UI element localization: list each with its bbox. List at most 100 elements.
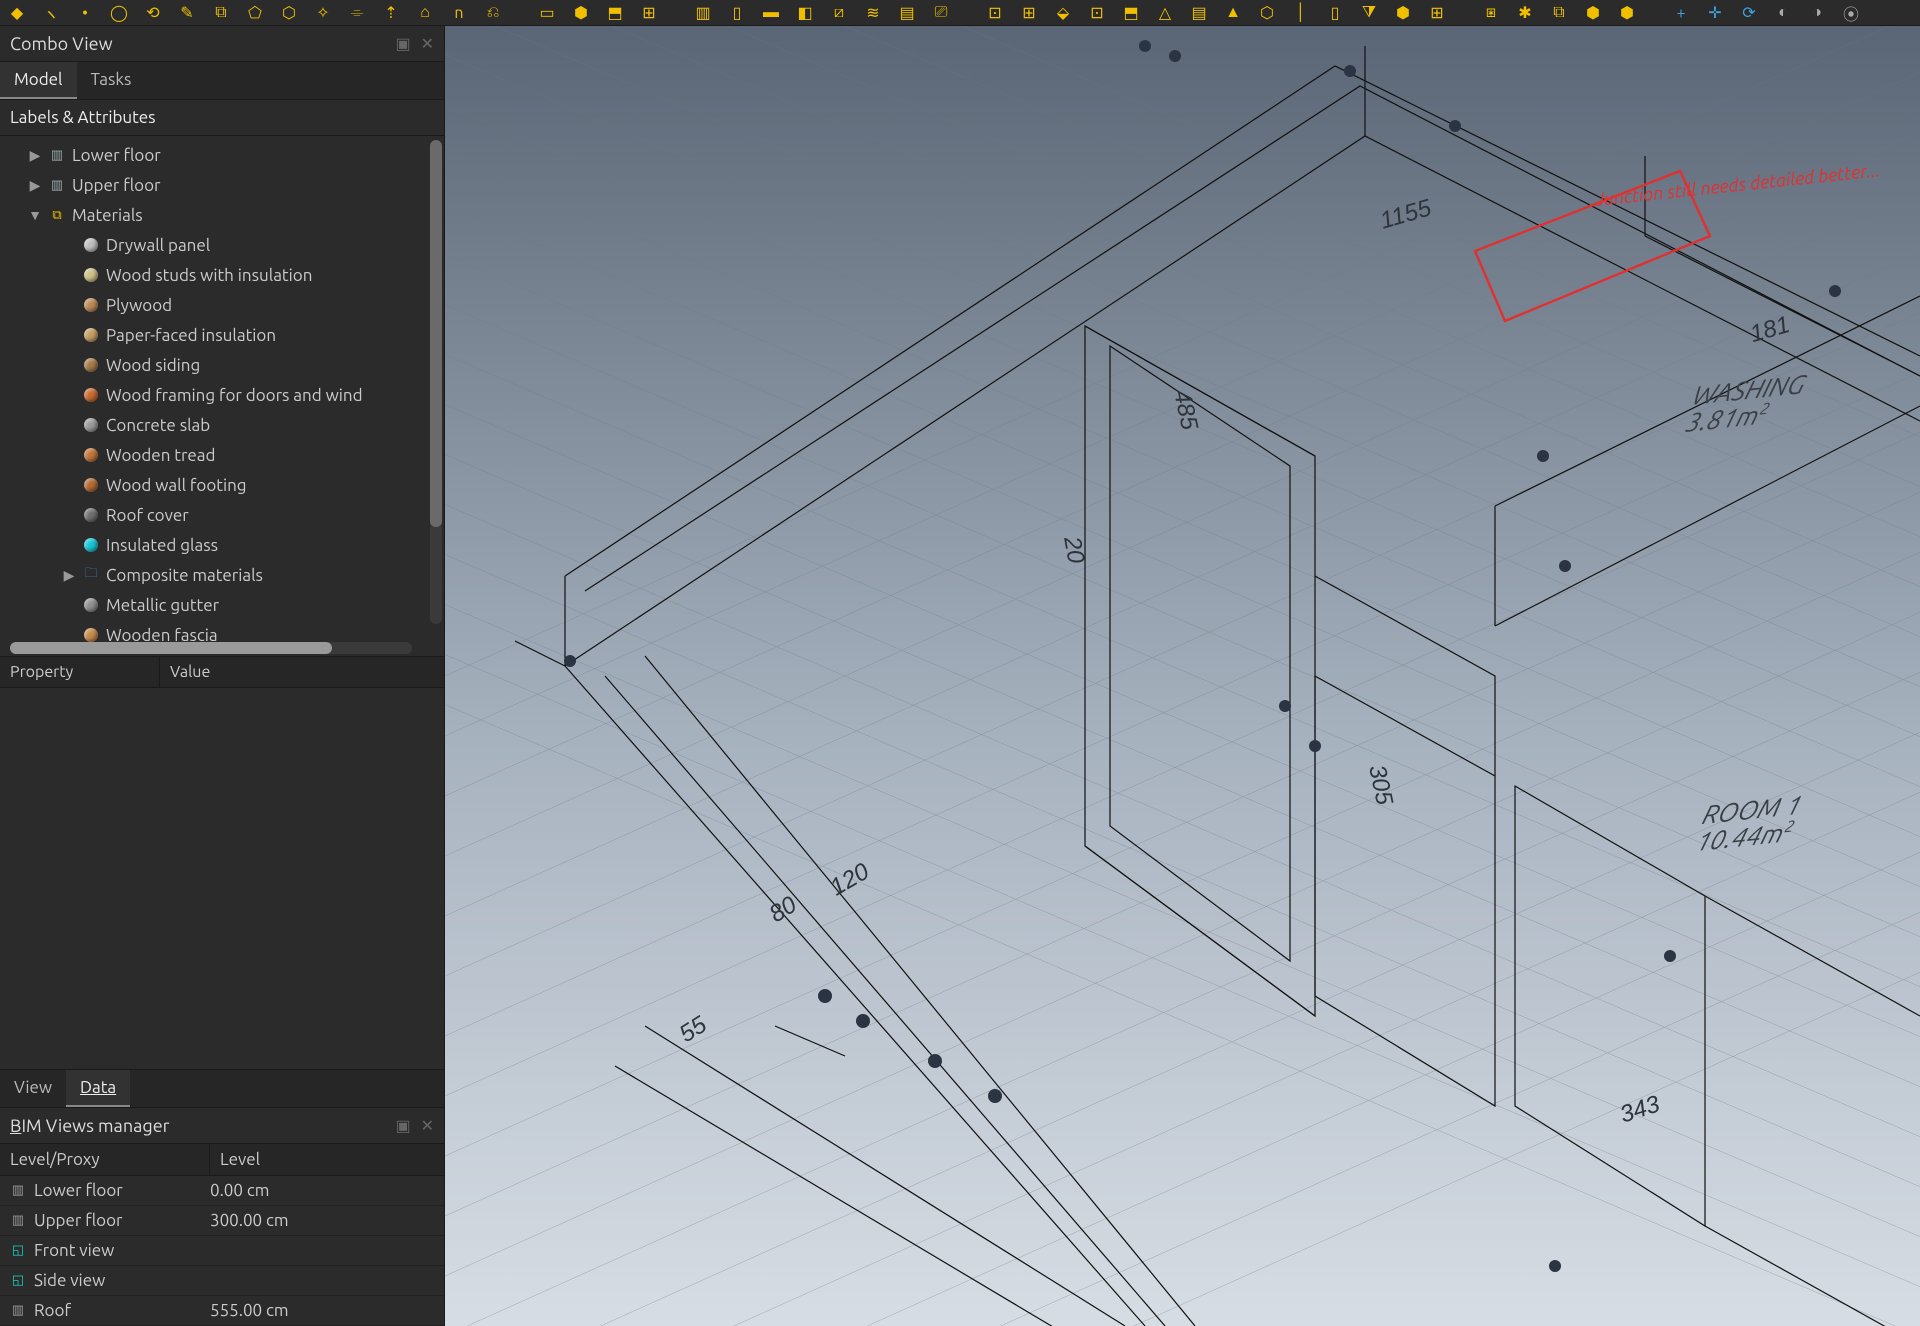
toolbar-icon[interactable]: ⟳: [1738, 2, 1760, 24]
toolbar-icon[interactable]: ▲: [1222, 2, 1244, 24]
toolbar-icon[interactable]: ▤: [896, 2, 918, 24]
toolbar-icon[interactable]: ⧆: [1480, 2, 1502, 24]
expand-arrow-icon[interactable]: ▶: [28, 147, 42, 164]
tree-item-label: Drywall panel: [106, 236, 210, 255]
toolbar-icon[interactable]: ⊞: [1426, 2, 1448, 24]
bim-col-level-proxy[interactable]: Level/Proxy: [0, 1144, 210, 1175]
toolbar-icon[interactable]: ⎚: [930, 2, 952, 24]
toolbar-icon[interactable]: ≋: [862, 2, 884, 24]
bim-row[interactable]: ◱Side view: [0, 1266, 444, 1296]
bim-row[interactable]: ◱Front view: [0, 1236, 444, 1266]
toolbar-icon[interactable]: ⧉: [210, 2, 232, 24]
toolbar-icon[interactable]: •: [74, 2, 96, 24]
toolbar-icon[interactable]: ⧄: [828, 2, 850, 24]
bim-row-name: Roof: [34, 1301, 71, 1320]
tree-item[interactable]: Paper-faced insulation: [6, 320, 444, 350]
expand-arrow-icon[interactable]: ▶: [62, 567, 76, 584]
toolbar-icon[interactable]: ◑: [1806, 2, 1828, 24]
toolbar-icon[interactable]: ◐: [1772, 2, 1794, 24]
tree-item-label: Insulated glass: [106, 536, 218, 555]
toolbar-icon[interactable]: ⊞: [638, 2, 660, 24]
tree-item[interactable]: ▶▥Lower floor: [6, 140, 444, 170]
tree-item[interactable]: Drywall panel: [6, 230, 444, 260]
bim-row[interactable]: ▥Upper floor300.00 cm: [0, 1206, 444, 1236]
toolbar-icon[interactable]: ▯: [726, 2, 748, 24]
toolbar-icon[interactable]: ⬢: [570, 2, 592, 24]
tab-tasks[interactable]: Tasks: [77, 62, 146, 99]
toolbar-icon[interactable]: ⬡: [1256, 2, 1278, 24]
toolbar-icon[interactable]: △: [1154, 2, 1176, 24]
dock-icon[interactable]: ▣: [395, 1116, 410, 1135]
toolbar-icon[interactable]: ⟲: [142, 2, 164, 24]
tree-item[interactable]: ▶🗀Composite materials: [6, 560, 444, 590]
value-col-header[interactable]: Value: [160, 657, 220, 687]
tree-item[interactable]: Insulated glass: [6, 530, 444, 560]
property-col-header[interactable]: Property: [0, 657, 160, 687]
bim-row-name: Front view: [34, 1241, 114, 1260]
tree-item[interactable]: ▶▥Upper floor: [6, 170, 444, 200]
toolbar-icon[interactable]: ⬙: [1052, 2, 1074, 24]
tree-item[interactable]: Wood wall footing: [6, 470, 444, 500]
toolbar-icon[interactable]: ⬒: [604, 2, 626, 24]
toolbar-icon[interactable]: ▬: [760, 2, 782, 24]
toolbar-icon[interactable]: ⎌: [482, 2, 504, 24]
tab-model[interactable]: Model: [0, 62, 77, 99]
toolbar-icon[interactable]: ⦿: [1840, 2, 1862, 24]
toolbar-icon[interactable]: ▥: [692, 2, 714, 24]
tree-item[interactable]: Roof cover: [6, 500, 444, 530]
tree-item[interactable]: Wood framing for doors and wind: [6, 380, 444, 410]
toolbar-icon[interactable]: ⊞: [1018, 2, 1040, 24]
expand-arrow-icon[interactable]: ▶: [28, 177, 42, 194]
close-icon[interactable]: ✕: [421, 34, 434, 53]
toolbar-icon[interactable]: ⇡: [380, 2, 402, 24]
toolbar-icon[interactable]: ◆: [6, 2, 28, 24]
toolbar-icon[interactable]: ✎: [176, 2, 198, 24]
toolbar-icon[interactable]: ⊡: [984, 2, 1006, 24]
tree-item[interactable]: Wood studs with insulation: [6, 260, 444, 290]
tree-item[interactable]: Concrete slab: [6, 410, 444, 440]
viewport-3d[interactable]: Junction still needs detailed better... …: [445, 26, 1920, 1326]
bim-views-label: IM Views manager: [21, 1116, 169, 1136]
toolbar-icon[interactable]: ◯: [108, 2, 130, 24]
dock-icon[interactable]: ▣: [395, 34, 410, 53]
toolbar-icon[interactable]: ▤: [1188, 2, 1210, 24]
toolbar-icon[interactable]: +: [1670, 2, 1692, 24]
expand-arrow-icon[interactable]: ▼: [28, 207, 42, 223]
tab-data[interactable]: Data: [66, 1070, 130, 1107]
toolbar-icon[interactable]: ⌂: [414, 2, 436, 24]
toolbar-icon[interactable]: │: [1290, 2, 1312, 24]
tree-horizontal-scrollbar[interactable]: [10, 642, 412, 654]
toolbar-icon[interactable]: ⬡: [278, 2, 300, 24]
toolbar-icon[interactable]: ⧉: [1548, 2, 1570, 24]
bim-col-level[interactable]: Level: [210, 1144, 270, 1175]
toolbar-icon[interactable]: ⬢: [1616, 2, 1638, 24]
toolbar-icon[interactable]: ◧: [794, 2, 816, 24]
tab-view[interactable]: View: [0, 1070, 66, 1107]
bim-row[interactable]: ▥Roof555.00 cm: [0, 1296, 444, 1326]
toolbar-icon[interactable]: ⬠: [244, 2, 266, 24]
tree-item[interactable]: Metallic gutter: [6, 590, 444, 620]
toolbar-icon[interactable]: ▯: [1324, 2, 1346, 24]
toolbar-icon[interactable]: ▭: [536, 2, 558, 24]
tree-item[interactable]: Wood siding: [6, 350, 444, 380]
bim-row[interactable]: ▥Lower floor0.00 cm: [0, 1176, 444, 1206]
toolbar-icon[interactable]: ⊡: [1086, 2, 1108, 24]
toolbar-icon[interactable]: ⬢: [1392, 2, 1414, 24]
toolbar-icon[interactable]: ✱: [1514, 2, 1536, 24]
toolbar-icon[interactable]: ⌯: [346, 2, 368, 24]
toolbar-icon[interactable]: ✛: [1704, 2, 1726, 24]
bim-row-level: 0.00 cm: [210, 1181, 269, 1200]
toolbar-icon[interactable]: ✧: [312, 2, 334, 24]
toolbar-icon[interactable]: ⧩: [1358, 2, 1380, 24]
toolbar-icon[interactable]: ヽ: [40, 2, 62, 24]
tree-item[interactable]: ▼⧉Materials: [6, 200, 444, 230]
model-tree[interactable]: ▶▥Lower floor▶▥Upper floor▼⧉Materials Dry…: [0, 136, 444, 656]
tree-item-label: Roof cover: [106, 506, 189, 525]
toolbar-icon[interactable]: ⬢: [1582, 2, 1604, 24]
tree-item[interactable]: Plywood: [6, 290, 444, 320]
tree-item[interactable]: Wooden tread: [6, 440, 444, 470]
close-icon[interactable]: ✕: [421, 1116, 434, 1135]
toolbar-icon[interactable]: n: [448, 2, 470, 24]
tree-vertical-scrollbar[interactable]: [430, 140, 442, 624]
toolbar-icon[interactable]: ⬒: [1120, 2, 1142, 24]
